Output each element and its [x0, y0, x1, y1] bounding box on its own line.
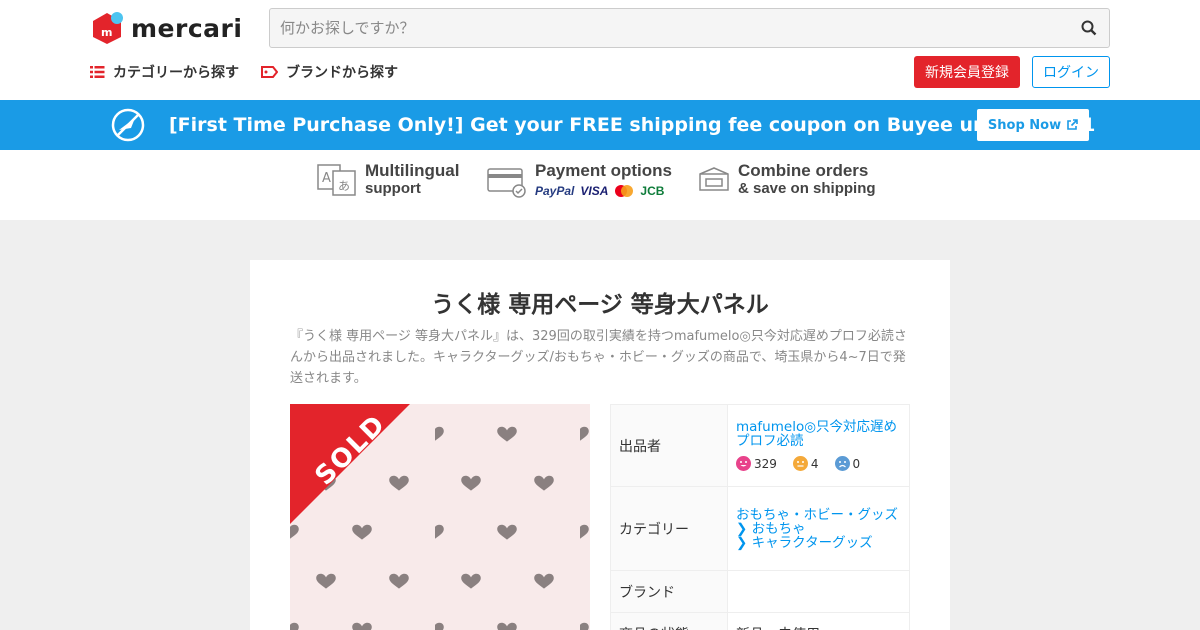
rating-good-count: 329: [754, 456, 777, 471]
mastercard-icon: [615, 185, 634, 197]
paypal-logo: PayPal: [535, 184, 575, 198]
svg-text:A: A: [322, 171, 331, 186]
feature-multilingual-sub: support: [365, 180, 421, 197]
product-description: 『うく様 専用ページ 等身大パネル』は、329回の取引実績を持つmafumelo…: [290, 329, 907, 386]
smile-face-icon: [736, 456, 751, 471]
category-link-1[interactable]: おもちゃ・ホビー・グッズ: [736, 508, 901, 522]
seller-ratings: 329 4 0: [736, 456, 901, 471]
signup-button[interactable]: 新規会員登録: [914, 56, 1020, 88]
seller-row: 出品者 mafumelo◎只今対応遅めプロフ必読 329 4 0: [610, 404, 910, 487]
rating-bad-count: 0: [852, 456, 861, 471]
search-input[interactable]: [280, 19, 1079, 37]
feature-multilingual-title: Multilingual: [365, 161, 460, 180]
search-icon[interactable]: [1079, 18, 1099, 38]
site-header: m mercari カテゴリーから探す ブランドから探す 新規会員登録 ログイン: [0, 0, 1200, 100]
svg-text:m: m: [101, 26, 112, 39]
search-bar[interactable]: [269, 8, 1110, 48]
tag-icon: [261, 66, 278, 78]
rating-normal-count: 4: [810, 456, 819, 471]
rating-bad: 0: [834, 456, 861, 471]
external-link-icon: [1067, 119, 1078, 130]
feature-multilingual: A あ Multilingual support: [317, 162, 459, 198]
mercari-logo[interactable]: m mercari: [90, 11, 242, 45]
product-card: うく様 専用ページ 等身大パネル 『うく様 専用ページ 等身大パネル』は、329…: [250, 260, 950, 630]
brand-label: ブランド: [610, 570, 728, 613]
nav-category-link[interactable]: カテゴリーから探す: [90, 62, 239, 82]
seller-label: 出品者: [610, 404, 728, 487]
feature-combine: Combine orders & save on shipping: [698, 162, 876, 198]
sold-ribbon: SOLD: [290, 404, 410, 524]
shop-now-button[interactable]: Shop Now: [977, 109, 1089, 141]
category-label: カテゴリー: [610, 486, 728, 571]
payment-logos: PayPal VISA JCB: [535, 182, 672, 200]
brand-row: ブランド: [610, 570, 910, 613]
condition-value: 新品、未使用: [727, 612, 910, 630]
rating-normal: 4: [792, 456, 819, 471]
box-icon: [699, 167, 729, 191]
feature-combine-title: Combine orders: [738, 161, 869, 180]
translate-icon: A あ: [317, 164, 356, 196]
shop-now-label: Shop Now: [987, 117, 1062, 133]
brand-value: [727, 570, 910, 613]
nav-brand-label: ブランドから探す: [286, 65, 398, 81]
seller-link[interactable]: mafumelo◎只今対応遅めプロフ必読: [736, 420, 901, 448]
neutral-face-icon: [792, 456, 808, 471]
features-bar: A あ Multilingual support Payment options…: [0, 150, 1200, 220]
category-link-2[interactable]: ❯ おもちゃ: [736, 522, 901, 536]
chevron-right-icon: ❯: [736, 534, 748, 551]
promo-banner[interactable]: [First Time Purchase Only!] Get your FRE…: [0, 100, 1200, 150]
visa-logo: VISA: [580, 184, 609, 198]
feature-combine-sub: & save on shipping: [738, 180, 876, 197]
category-row: カテゴリー おもちゃ・ホビー・グッズ ❯ おもちゃ ❯ キャラクターグッズ: [610, 486, 910, 571]
nav-brand-link[interactable]: ブランドから探す: [261, 62, 398, 82]
product-photo[interactable]: SOLD: [290, 404, 590, 630]
login-button[interactable]: ログイン: [1032, 56, 1110, 88]
card-check-icon: [487, 168, 526, 198]
mercari-logo-icon: m: [93, 12, 123, 44]
no-shipping-fee-icon: [111, 108, 145, 142]
feature-payment: Payment options PayPal VISA JCB: [487, 162, 672, 200]
list-icon: [90, 66, 105, 78]
svg-text:あ: あ: [338, 179, 350, 193]
jcb-logo: JCB: [640, 184, 665, 198]
nav-category-label: カテゴリーから探す: [113, 65, 239, 81]
condition-label: 商品の状態: [610, 612, 728, 630]
promo-banner-text: [First Time Purchase Only!] Get your FRE…: [169, 114, 1096, 136]
category-link-3[interactable]: ❯ キャラクターグッズ: [736, 536, 901, 550]
product-title: うく様 専用ページ 等身大パネル: [431, 292, 769, 318]
sad-face-icon: [834, 456, 850, 471]
feature-payment-title: Payment options: [535, 161, 672, 180]
condition-row: 商品の状態 新品、未使用: [610, 612, 910, 630]
logo-text: mercari: [131, 13, 243, 43]
product-info-table: 出品者 mafumelo◎只今対応遅めプロフ必読 329 4 0 カテゴリー お…: [610, 404, 910, 630]
rating-good: 329: [736, 456, 777, 471]
